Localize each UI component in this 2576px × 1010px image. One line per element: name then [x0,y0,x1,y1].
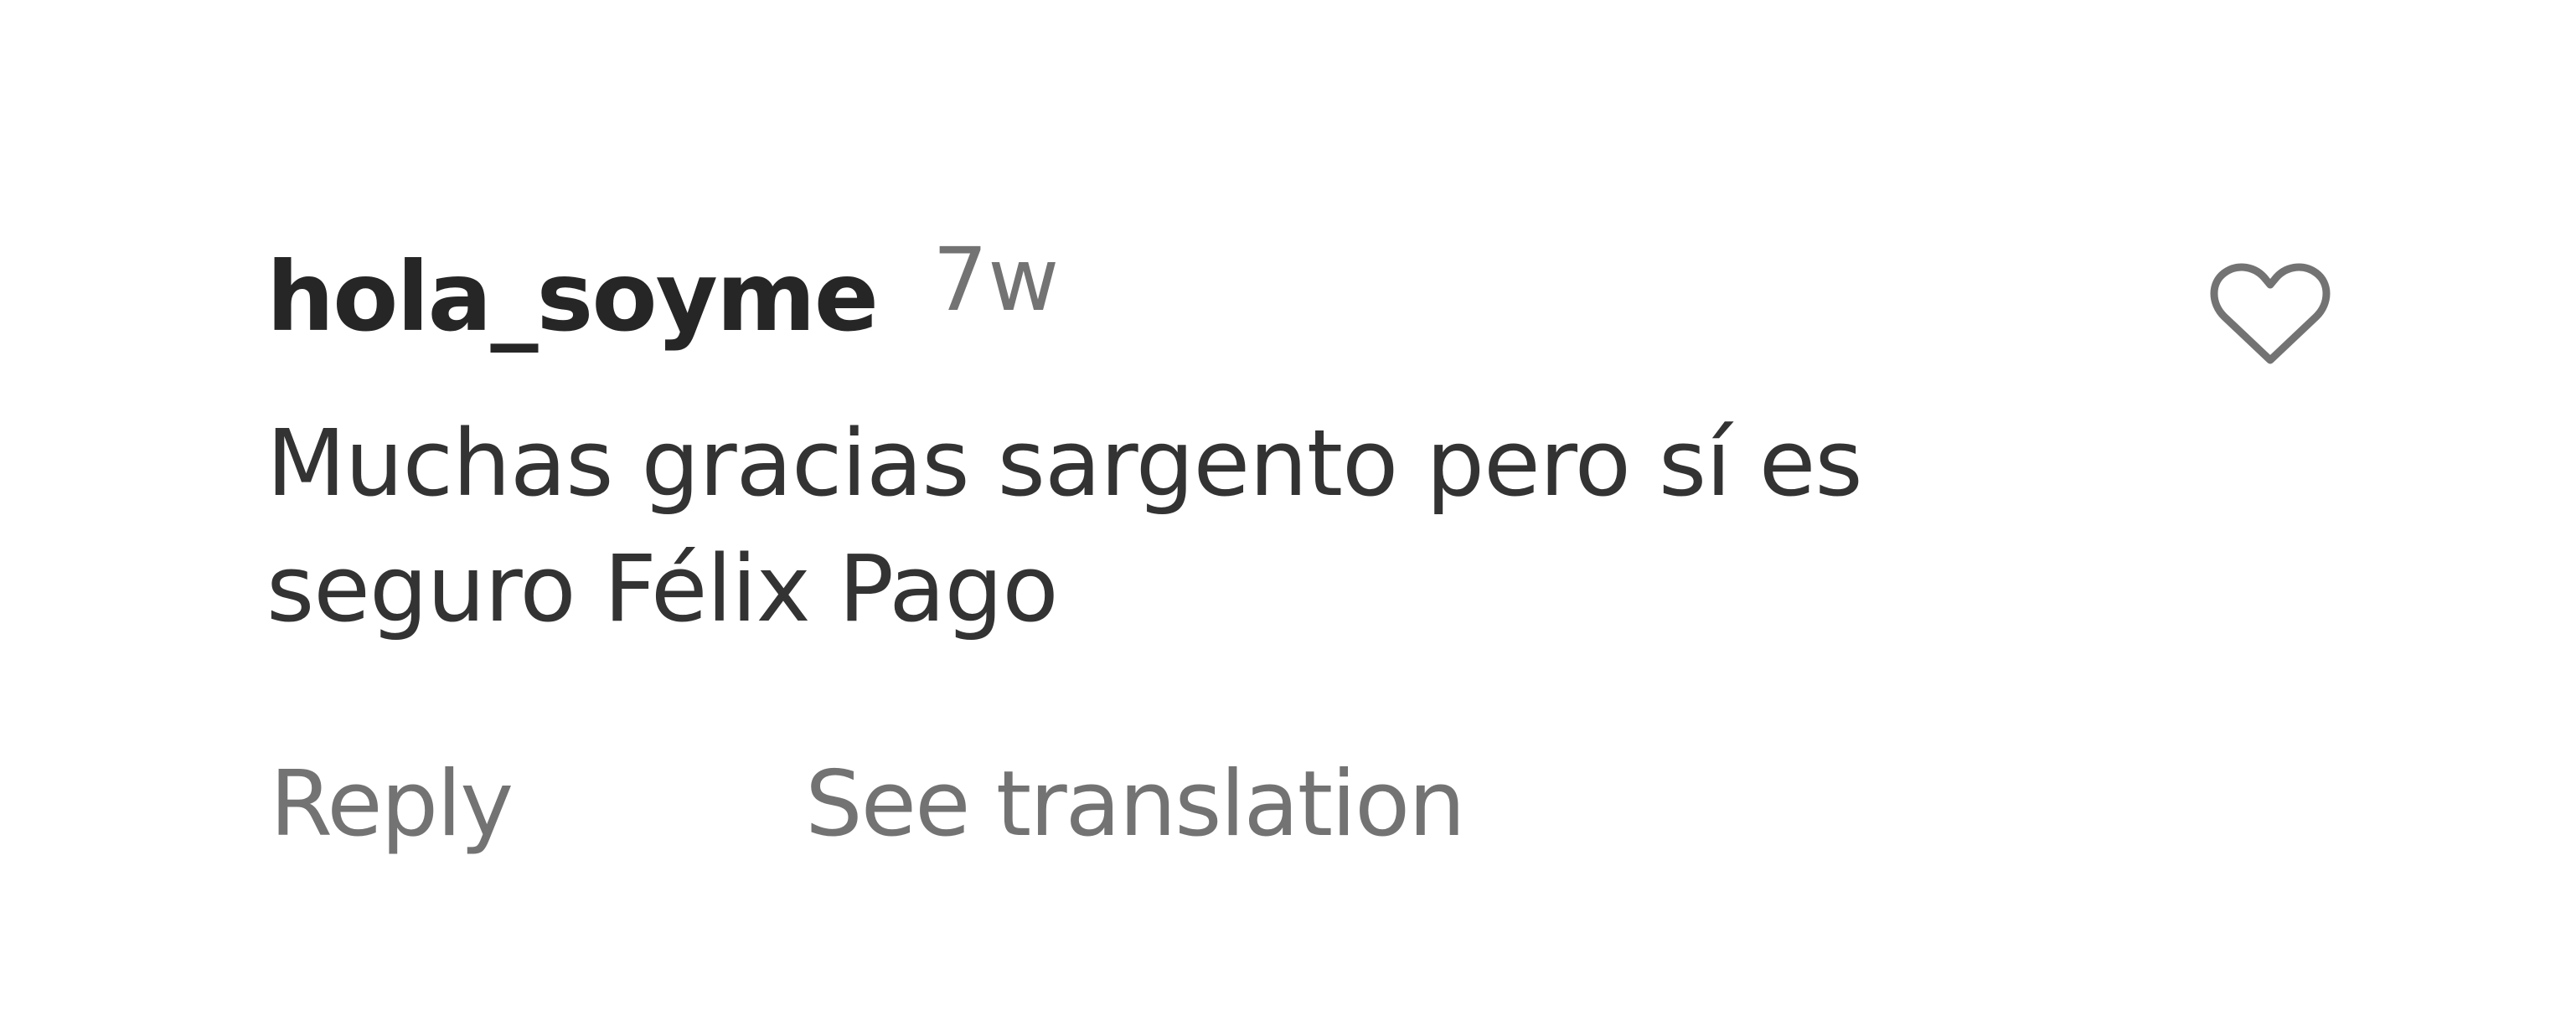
comment-item: hola_soyme 7w Muchas gracias sargento pe… [0,0,2576,1010]
see-translation-button[interactable]: See translation [805,752,1465,857]
comment-timestamp[interactable]: 7w [932,229,1059,331]
comment-header: hola_soyme 7w [266,229,1059,367]
reply-button[interactable]: Reply [270,752,514,857]
comment-actions: Reply See translation [270,750,1466,858]
like-button[interactable] [2203,251,2337,377]
comment-username[interactable]: hola_soyme [266,241,879,353]
comment-text: Muchas gracias sargento pero sí es segur… [266,410,1863,642]
heart-outline-icon [2210,263,2331,364]
